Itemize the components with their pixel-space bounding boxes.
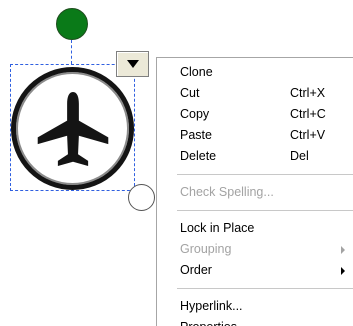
menu-item-label: Cut [180,86,200,100]
menu-separator [177,210,353,211]
submenu-arrow-icon [341,246,345,254]
airplane-glyph [37,91,108,166]
menu-separator [177,174,353,175]
menu-item-label: Clone [180,65,213,79]
menu-item-check-spelling: Check Spelling... [157,182,353,203]
menu-item-shortcut: Ctrl+C [290,107,326,121]
menu-item-lock-in-place[interactable]: Lock in Place [157,218,353,239]
menu-item-shortcut: Del [290,149,309,163]
menu-item-copy[interactable]: Copy Ctrl+C [157,104,353,125]
rotate-handle[interactable] [56,8,88,40]
submenu-arrow-icon [341,267,345,275]
menu-item-label: Lock in Place [180,221,255,235]
menu-item-label: Paste [180,128,212,142]
menu-item-shortcut: Ctrl+X [290,86,326,100]
menu-item-grouping: Grouping [157,239,353,260]
resize-handle[interactable] [128,184,155,211]
object-menu-button[interactable] [116,51,149,77]
menu-item-hyperlink[interactable]: Hyperlink... [157,296,353,317]
menu-item-shortcut: Ctrl+V [290,128,326,142]
menu-item-properties[interactable]: Properties... [157,317,353,326]
menu-item-label: Properties... [180,317,247,326]
menu-item-label: Check Spelling... [180,185,274,199]
airplane-icon[interactable] [11,67,134,190]
menu-item-label: Grouping [180,242,232,256]
menu-item-order[interactable]: Order [157,260,353,281]
rotate-handle-connector [71,40,72,64]
menu-separator [177,288,353,289]
menu-item-cut[interactable]: Cut Ctrl+X [157,83,353,104]
stage: Clone Cut Ctrl+X Copy Ctrl+C Paste Ctrl+… [0,0,353,326]
menu-item-delete[interactable]: Delete Del [157,146,353,167]
menu-item-label: Hyperlink... [180,299,243,313]
menu-item-label: Copy [180,107,210,121]
menu-item-label: Delete [180,149,217,163]
menu-item-paste[interactable]: Paste Ctrl+V [157,125,353,146]
menu-item-label: Order [180,263,212,277]
menu-item-clone[interactable]: Clone [157,62,353,83]
selected-object[interactable] [0,0,160,215]
triangle-down-icon [126,60,139,68]
context-menu: Clone Cut Ctrl+X Copy Ctrl+C Paste Ctrl+… [156,57,353,326]
